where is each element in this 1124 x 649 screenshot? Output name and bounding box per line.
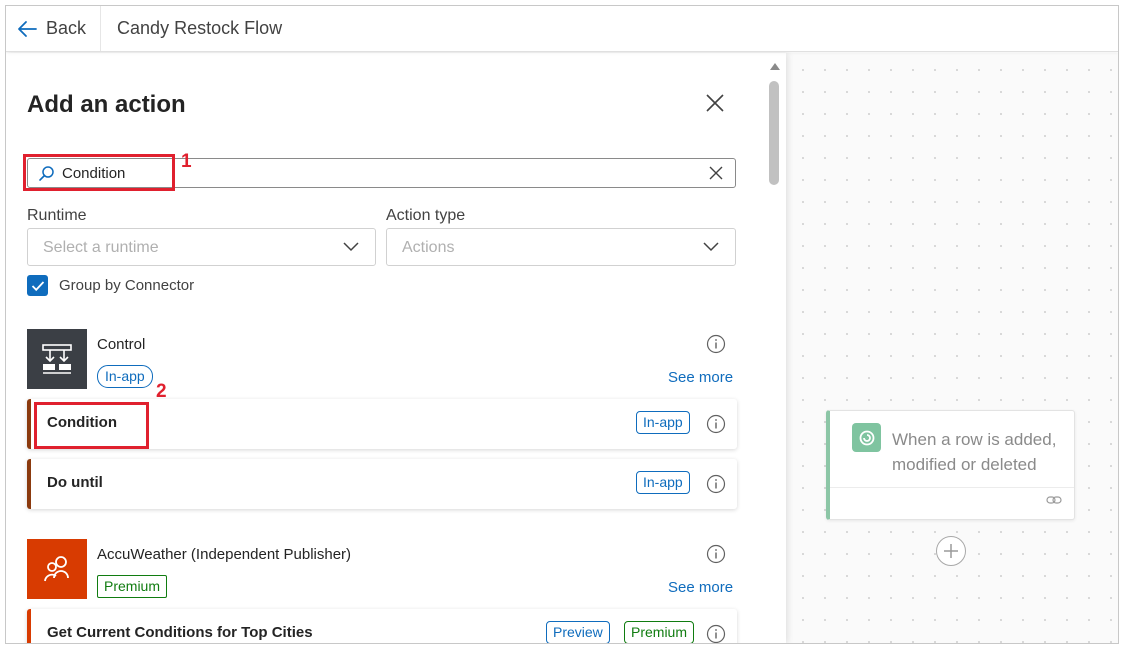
back-label: Back bbox=[46, 18, 87, 38]
add-step-button[interactable] bbox=[936, 536, 966, 566]
action-item-condition[interactable]: Condition In-app bbox=[27, 399, 737, 449]
runtime-dropdown[interactable]: Select a runtime bbox=[27, 228, 376, 266]
in-app-badge: In-app bbox=[636, 411, 690, 434]
arrow-left-icon bbox=[18, 20, 37, 37]
see-more-link-control[interactable]: See more bbox=[668, 369, 733, 386]
panel-scrollbar[interactable] bbox=[766, 53, 784, 643]
search-input[interactable] bbox=[62, 163, 662, 183]
link-icon bbox=[1046, 496, 1062, 504]
preview-badge: Preview bbox=[546, 621, 610, 643]
search-icon bbox=[39, 166, 54, 181]
group-by-connector-label: Group by Connector bbox=[59, 277, 195, 294]
clear-search-icon[interactable] bbox=[709, 166, 723, 180]
action-type-placeholder: Actions bbox=[402, 239, 455, 256]
action-name: Condition bbox=[47, 414, 117, 431]
action-item-get-current-conditions[interactable]: Get Current Conditions for Top Cities Pr… bbox=[27, 609, 737, 643]
connector-name-control: Control bbox=[97, 336, 146, 353]
trigger-divider bbox=[830, 487, 1074, 488]
trigger-title: When a row is added, modified or deleted bbox=[892, 430, 1057, 474]
info-icon[interactable] bbox=[706, 414, 726, 434]
action-name: Do until bbox=[47, 474, 103, 491]
info-icon[interactable] bbox=[706, 544, 726, 564]
action-type-label: Action type bbox=[386, 207, 466, 224]
chevron-down-icon bbox=[703, 242, 719, 252]
runtime-label: Runtime bbox=[27, 207, 87, 224]
runtime-placeholder: Select a runtime bbox=[43, 239, 159, 256]
add-action-panel: Add an action 1 Runtime Select a runtime… bbox=[6, 53, 786, 643]
flow-title: Candy Restock Flow bbox=[117, 18, 283, 38]
connector-name-accuweather: AccuWeather (Independent Publisher) bbox=[97, 546, 352, 563]
action-type-dropdown[interactable]: Actions bbox=[386, 228, 736, 266]
plus-icon bbox=[944, 544, 958, 558]
control-icon bbox=[27, 329, 87, 389]
annotation-number-1: 1 bbox=[181, 151, 192, 172]
premium-badge: Premium bbox=[624, 621, 695, 643]
in-app-badge: In-app bbox=[636, 471, 690, 494]
accuweather-icon bbox=[27, 539, 87, 599]
annotation-number-2: 2 bbox=[156, 381, 167, 402]
scroll-thumb[interactable] bbox=[769, 81, 779, 185]
chevron-down-icon bbox=[343, 242, 359, 252]
back-button[interactable]: Back bbox=[6, 6, 102, 51]
flow-canvas[interactable]: When a row is added, modified or deleted bbox=[786, 53, 1118, 643]
group-by-connector-checkbox[interactable] bbox=[27, 275, 48, 296]
search-box[interactable] bbox=[27, 158, 736, 188]
info-icon[interactable] bbox=[706, 474, 726, 494]
trigger-card[interactable]: When a row is added, modified or deleted bbox=[826, 410, 1075, 520]
close-icon[interactable] bbox=[703, 91, 727, 115]
app-window: Back Candy Restock Flow When a row is ad… bbox=[5, 5, 1119, 644]
in-app-badge: In-app bbox=[97, 365, 153, 388]
premium-badge: Premium bbox=[97, 575, 168, 598]
top-bar: Back Candy Restock Flow bbox=[6, 6, 1118, 52]
action-name: Get Current Conditions for Top Cities bbox=[47, 624, 313, 641]
scroll-up-arrow-icon[interactable] bbox=[770, 63, 780, 70]
checkmark-icon bbox=[31, 280, 44, 291]
info-icon[interactable] bbox=[706, 334, 726, 354]
see-more-link-accuweather[interactable]: See more bbox=[668, 579, 733, 596]
dataverse-icon bbox=[852, 423, 881, 452]
panel-title: Add an action bbox=[27, 91, 186, 118]
action-item-do-until[interactable]: Do until In-app bbox=[27, 459, 737, 509]
info-icon[interactable] bbox=[706, 624, 726, 643]
